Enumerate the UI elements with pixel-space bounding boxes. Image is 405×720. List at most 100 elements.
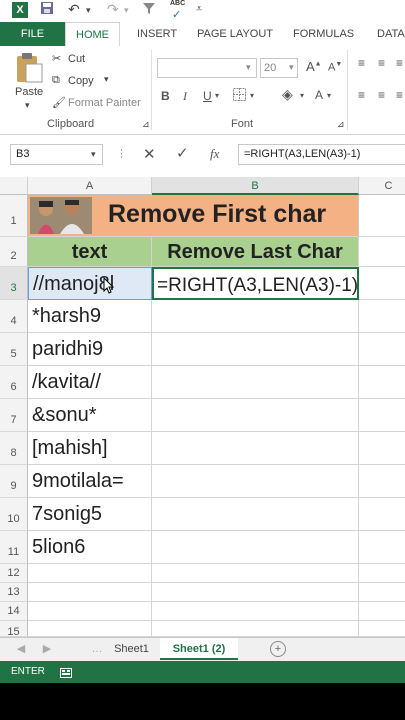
- font-launcher-icon[interactable]: ⊿: [337, 119, 345, 130]
- tab-file[interactable]: FILE: [0, 22, 65, 46]
- formula-bar-options-icon[interactable]: ⋮: [116, 147, 127, 160]
- underline-dropdown-icon[interactable]: ▾: [215, 91, 219, 100]
- cell-empty[interactable]: [152, 564, 359, 583]
- title-cell[interactable]: Remove First char: [28, 195, 359, 237]
- fill-color-dropdown-icon[interactable]: ▾: [300, 91, 304, 100]
- borders-icon[interactable]: [233, 88, 246, 104]
- cell-a[interactable]: &sonu*: [28, 399, 152, 432]
- cell-empty[interactable]: [152, 602, 359, 621]
- cell-b[interactable]: [152, 300, 359, 333]
- cell-a[interactable]: [mahish]: [28, 432, 152, 465]
- tab-home[interactable]: HOME: [65, 22, 120, 47]
- enter-icon[interactable]: ✓: [176, 144, 189, 162]
- cell-c[interactable]: [359, 621, 405, 637]
- paste-dropdown-icon[interactable]: ▾: [25, 100, 30, 111]
- row-header[interactable]: 4: [0, 300, 28, 333]
- tab-page-layout[interactable]: PAGE LAYOUT: [197, 22, 273, 46]
- font-name-dropdown-icon[interactable]: ▾: [246, 62, 251, 73]
- cut-button[interactable]: Cut: [68, 53, 85, 65]
- cell-c[interactable]: [359, 531, 405, 564]
- filter-icon[interactable]: [142, 1, 156, 18]
- cell-empty[interactable]: [152, 621, 359, 637]
- cell-c[interactable]: [359, 237, 405, 267]
- macro-record-icon[interactable]: [60, 666, 72, 683]
- row-header[interactable]: 1: [0, 195, 28, 237]
- underline-button[interactable]: U: [203, 89, 212, 103]
- tab-data[interactable]: DATA: [377, 22, 405, 46]
- undo-icon[interactable]: ↶: [68, 1, 80, 18]
- cell-empty[interactable]: [152, 583, 359, 602]
- font-color-icon[interactable]: A: [315, 88, 323, 102]
- decrease-font-icon[interactable]: A▼: [328, 61, 342, 74]
- cell-c[interactable]: [359, 333, 405, 366]
- row-header[interactable]: 11: [0, 531, 28, 564]
- sheet-tab-sheet1[interactable]: Sheet1: [104, 638, 159, 660]
- cell-a[interactable]: paridhi9: [28, 333, 152, 366]
- tab-formulas[interactable]: FORMULAS: [293, 22, 354, 46]
- more-sheets-icon[interactable]: …: [90, 638, 104, 660]
- column-header-c[interactable]: C: [359, 177, 405, 195]
- cell-a[interactable]: 5lion6: [28, 531, 152, 564]
- font-size-dropdown-icon[interactable]: ▾: [289, 62, 294, 73]
- copy-button[interactable]: Copy: [68, 75, 94, 87]
- align-left-icon[interactable]: ≡: [358, 88, 365, 102]
- spelling-icon[interactable]: ABC: [170, 0, 185, 7]
- row-header[interactable]: 15: [0, 621, 28, 638]
- align-middle-icon[interactable]: ≡: [378, 56, 385, 70]
- row-header[interactable]: 3: [0, 267, 28, 300]
- cell-c[interactable]: [359, 195, 405, 237]
- column-header-a[interactable]: A: [28, 177, 152, 195]
- cell-a[interactable]: /kavita//: [28, 366, 152, 399]
- cell-a3[interactable]: //manoj8l: [28, 267, 152, 300]
- row-header[interactable]: 8: [0, 432, 28, 465]
- cell-c[interactable]: [359, 465, 405, 498]
- row-header[interactable]: 6: [0, 366, 28, 399]
- next-sheet-icon[interactable]: ▶: [40, 638, 54, 660]
- prev-sheet-icon[interactable]: ◀: [14, 638, 28, 660]
- cell-c[interactable]: [359, 583, 405, 602]
- cell-b[interactable]: [152, 366, 359, 399]
- cell-a[interactable]: *harsh9: [28, 300, 152, 333]
- cell-c[interactable]: [359, 564, 405, 583]
- row-header[interactable]: 14: [0, 602, 28, 621]
- cell-c[interactable]: [359, 300, 405, 333]
- cell-empty[interactable]: [28, 621, 152, 637]
- paste-icon[interactable]: [14, 52, 44, 84]
- cancel-icon[interactable]: ✕: [143, 145, 156, 163]
- cell-b[interactable]: [152, 432, 359, 465]
- row-header[interactable]: 5: [0, 333, 28, 366]
- cell-b3-active[interactable]: =RIGHT(A3,LEN(A3)-1): [152, 267, 359, 300]
- cell-c[interactable]: [359, 267, 405, 300]
- bold-button[interactable]: B: [161, 89, 170, 103]
- formula-input[interactable]: =RIGHT(A3,LEN(A3)-1): [238, 144, 405, 165]
- column-header-b[interactable]: B: [152, 177, 359, 195]
- name-box-dropdown-icon[interactable]: ▾: [91, 149, 96, 160]
- cell-b[interactable]: [152, 465, 359, 498]
- row-header[interactable]: 13: [0, 583, 28, 602]
- tab-insert[interactable]: INSERT: [137, 22, 177, 46]
- copy-dropdown-icon[interactable]: ▾: [104, 74, 109, 85]
- sheet-tab-sheet1-2[interactable]: Sheet1 (2): [160, 638, 238, 660]
- cell-empty[interactable]: [28, 583, 152, 602]
- cell-c[interactable]: [359, 366, 405, 399]
- cell-b[interactable]: [152, 399, 359, 432]
- borders-dropdown-icon[interactable]: ▾: [250, 91, 254, 100]
- increase-font-icon[interactable]: A▲: [306, 59, 322, 74]
- cell-c[interactable]: [359, 432, 405, 465]
- row-header[interactable]: 10: [0, 498, 28, 531]
- cell-b[interactable]: [152, 498, 359, 531]
- add-sheet-icon[interactable]: +: [270, 641, 286, 657]
- cell-a[interactable]: 7sonig5: [28, 498, 152, 531]
- fill-color-icon[interactable]: ◈: [282, 86, 293, 103]
- select-all-corner[interactable]: [0, 177, 28, 195]
- customize-toolbar-icon[interactable]: ⩡: [196, 3, 202, 16]
- cell-empty[interactable]: [28, 564, 152, 583]
- insert-function-icon[interactable]: fx: [210, 146, 219, 162]
- row-header[interactable]: 12: [0, 564, 28, 583]
- name-box[interactable]: B3: [10, 144, 103, 165]
- header-cell-text[interactable]: text: [28, 237, 152, 267]
- font-color-dropdown-icon[interactable]: ▾: [327, 91, 331, 100]
- cell-b[interactable]: [152, 333, 359, 366]
- cell-c[interactable]: [359, 602, 405, 621]
- font-name-input[interactable]: [157, 58, 257, 78]
